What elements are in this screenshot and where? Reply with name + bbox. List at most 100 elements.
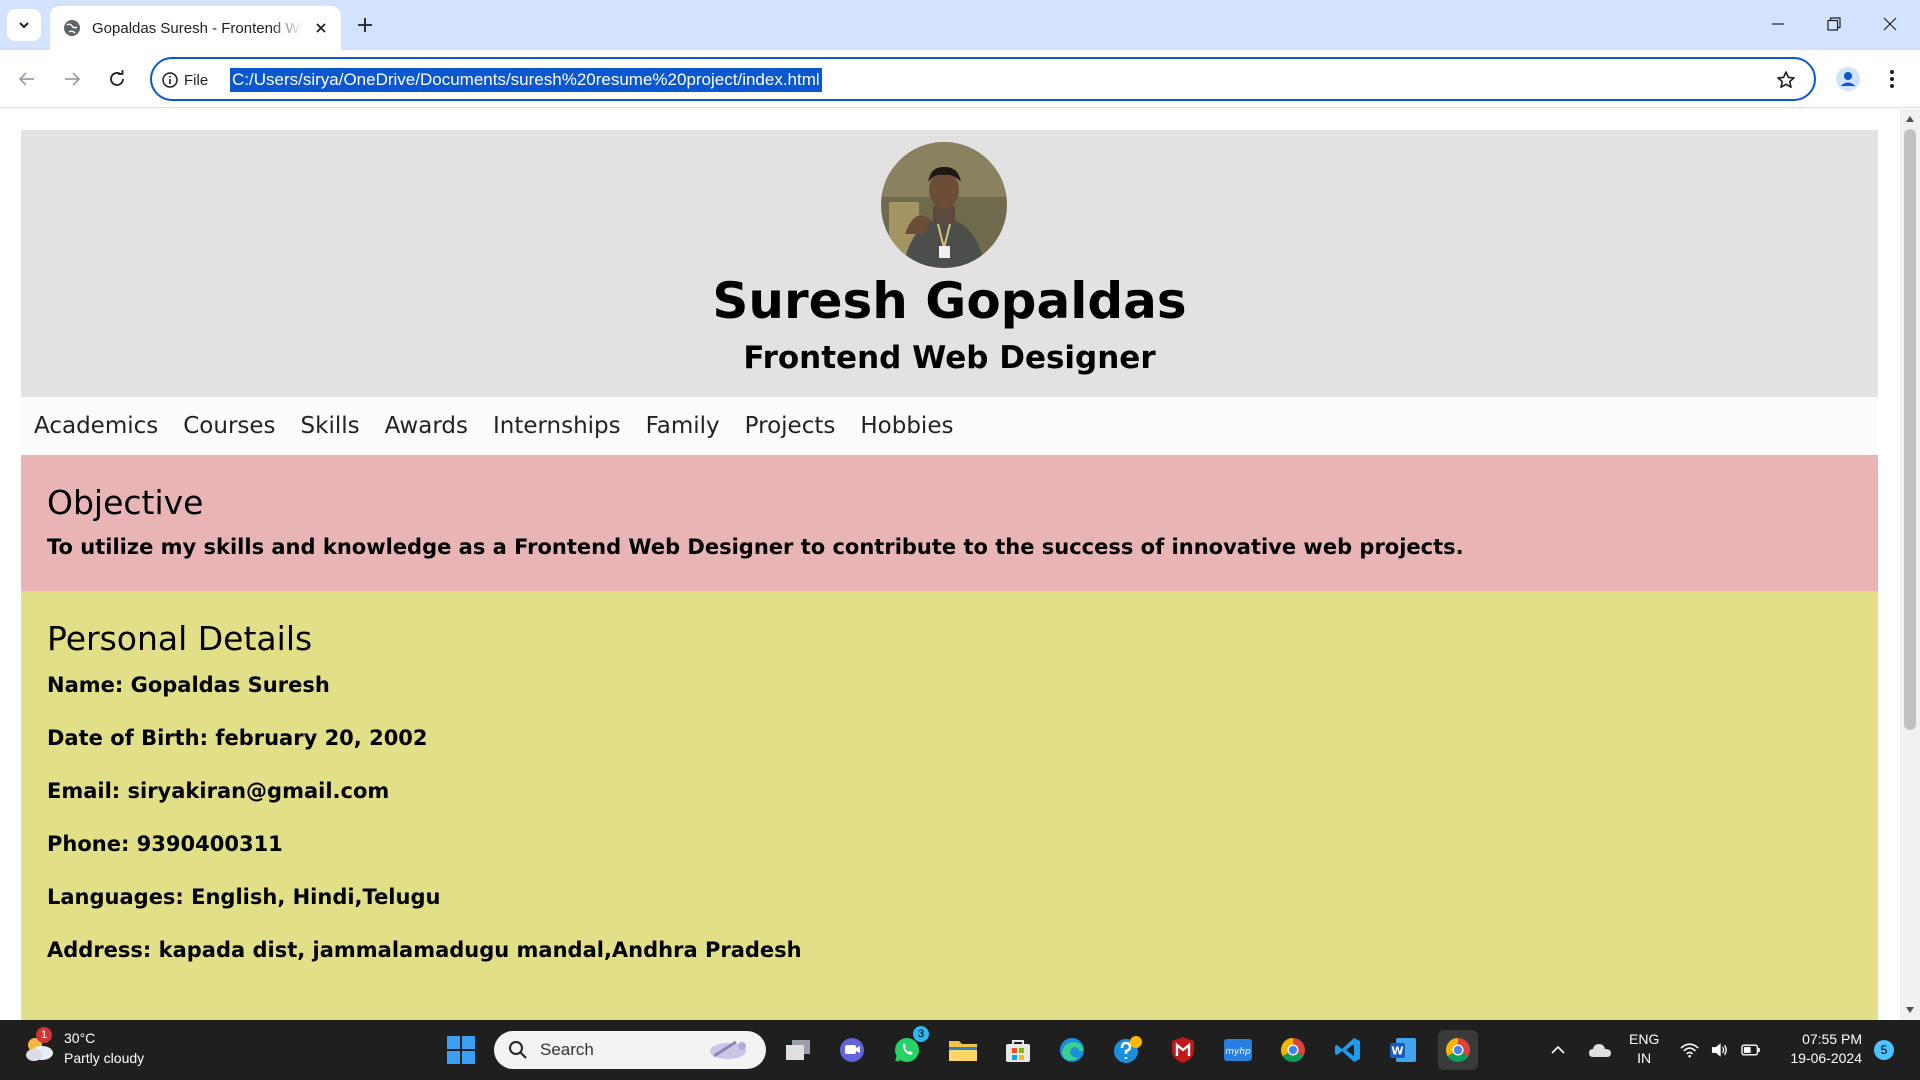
- back-button[interactable]: [11, 63, 43, 95]
- objective-text: To utilize my skills and knowledge as a …: [47, 535, 1464, 559]
- chrome-icon: [1280, 1038, 1305, 1063]
- page-scrollbar[interactable]: [1900, 109, 1920, 1020]
- teams-chat-button[interactable]: [832, 1030, 872, 1070]
- clock[interactable]: 07:55 PM 19-06-2024: [1782, 1030, 1862, 1068]
- address-bar[interactable]: File C:/Users/sirya/OneDrive/Documents/s…: [150, 57, 1816, 101]
- vscode-icon: [1335, 1038, 1360, 1062]
- person-icon: [1836, 67, 1860, 91]
- objective-title: Objective: [47, 483, 204, 522]
- triangle-up-icon: [1906, 116, 1914, 122]
- detail-name: Name: Gopaldas Suresh: [47, 673, 330, 697]
- chrome-button[interactable]: [1273, 1030, 1313, 1070]
- bookmark-button[interactable]: [1774, 68, 1798, 92]
- folder-icon: [949, 1041, 977, 1061]
- nav-link-family[interactable]: Family: [646, 413, 720, 439]
- objective-section: Objective To utilize my skills and knowl…: [21, 455, 1878, 591]
- svg-text:W: W: [1391, 1045, 1403, 1058]
- page-viewport: Suresh Gopaldas Frontend Web Designer Ac…: [0, 109, 1900, 1020]
- resume-nav: Academics Courses Skills Awards Internsh…: [21, 397, 1878, 455]
- whatsapp-button[interactable]: 3: [887, 1026, 929, 1070]
- avatar: [881, 142, 1007, 268]
- windows-taskbar: 1 30°C Partly cloudy Search 3 myhp W ENG…: [0, 1020, 1920, 1080]
- scroll-up-button[interactable]: [1900, 111, 1920, 127]
- weather-info: 30°C Partly cloudy: [64, 1028, 144, 1068]
- nav-link-awards[interactable]: Awards: [385, 413, 468, 439]
- search-highlight-icon: [710, 1040, 746, 1059]
- reload-icon: [110, 70, 124, 86]
- notification-badge[interactable]: 5: [1874, 1040, 1894, 1060]
- personal-details-title: Personal Details: [47, 619, 313, 658]
- detail-languages: Languages: English, Hindi,Telugu: [47, 885, 441, 909]
- resume-page: Suresh Gopaldas Frontend Web Designer Ac…: [21, 130, 1878, 1020]
- active-tab[interactable]: Gopaldas Suresh - Frontend Web Designer: [50, 6, 341, 50]
- edge-button[interactable]: [1052, 1030, 1092, 1070]
- browser-menu-button[interactable]: [1876, 63, 1908, 95]
- mcafee-button[interactable]: [1163, 1030, 1203, 1070]
- task-view-button[interactable]: [778, 1030, 818, 1070]
- word-icon: W: [1390, 1038, 1416, 1062]
- profile-button[interactable]: [1832, 63, 1864, 95]
- quick-settings-button[interactable]: [1680, 1034, 1760, 1066]
- weather-widget[interactable]: 1 30°C Partly cloudy: [22, 1027, 144, 1068]
- help-button[interactable]: [1108, 1030, 1148, 1070]
- new-tab-button[interactable]: [352, 12, 378, 38]
- minimize-button[interactable]: [1750, 0, 1806, 48]
- reload-button[interactable]: [101, 63, 133, 95]
- store-icon: [1006, 1040, 1030, 1062]
- personal-details-section: Personal Details Name: Gopaldas Suresh D…: [21, 591, 1878, 1020]
- weather-alert-badge: 1: [36, 1027, 52, 1043]
- close-window-button[interactable]: [1862, 0, 1918, 48]
- input-language-button[interactable]: ENG IN: [1629, 1030, 1659, 1068]
- vscode-button[interactable]: [1328, 1030, 1368, 1070]
- lang-line-1: ENG: [1629, 1031, 1660, 1047]
- word-button[interactable]: W: [1383, 1030, 1423, 1070]
- plus-icon: [358, 18, 372, 32]
- restore-button[interactable]: [1806, 0, 1862, 48]
- scroll-thumb[interactable]: [1904, 129, 1916, 730]
- url-text[interactable]: C:/Users/sirya/OneDrive/Documents/suresh…: [230, 68, 822, 92]
- forward-button[interactable]: [56, 63, 88, 95]
- detail-email: Email: siryakiran@gmail.com: [47, 779, 390, 803]
- close-tab-icon[interactable]: [311, 18, 331, 38]
- volume-icon: [1712, 1043, 1728, 1057]
- chevron-down-icon: [19, 22, 29, 29]
- nav-link-academics[interactable]: Academics: [34, 413, 158, 439]
- tab-search-button[interactable]: [7, 9, 41, 41]
- detail-dob: Date of Birth: february 20, 2002: [47, 726, 428, 750]
- start-button[interactable]: [441, 1030, 481, 1070]
- file-explorer-button[interactable]: [943, 1030, 983, 1070]
- myhp-button[interactable]: myhp: [1218, 1030, 1258, 1070]
- nav-link-hobbies[interactable]: Hobbies: [860, 413, 953, 439]
- minimize-icon: [1772, 23, 1784, 25]
- nav-link-courses[interactable]: Courses: [183, 413, 275, 439]
- taskbar-search[interactable]: Search: [494, 1031, 766, 1069]
- show-hidden-icons-button[interactable]: [1546, 1034, 1570, 1066]
- search-icon: [509, 1041, 527, 1059]
- close-icon: [1883, 17, 1897, 31]
- ms-store-button[interactable]: [998, 1030, 1038, 1070]
- info-icon: [162, 72, 178, 88]
- tab-title: Gopaldas Suresh - Frontend Web Designer: [92, 19, 302, 37]
- myhp-icon: myhp: [1224, 1039, 1252, 1061]
- whatsapp-badge: 3: [913, 1026, 929, 1042]
- wifi-icon: [1680, 1043, 1699, 1058]
- arrow-right-icon: [65, 72, 81, 86]
- detail-phone: Phone: 9390400311: [47, 832, 283, 856]
- restore-icon: [1827, 17, 1841, 31]
- nav-link-internships[interactable]: Internships: [493, 413, 621, 439]
- lang-line-2: IN: [1637, 1050, 1652, 1066]
- chevron-up-icon: [1551, 1045, 1565, 1054]
- weather-temp: 30°C: [64, 1030, 96, 1046]
- profile-photo-icon: [881, 142, 1007, 268]
- arrow-left-icon: [18, 72, 34, 86]
- scroll-down-button[interactable]: [1900, 1002, 1920, 1018]
- triangle-down-icon: [1906, 1007, 1914, 1013]
- detail-address: Address: kapada dist, jammalamadugu mand…: [47, 938, 802, 962]
- nav-link-skills[interactable]: Skills: [301, 413, 360, 439]
- site-info-chip[interactable]: File: [162, 68, 208, 92]
- clock-date: 19-06-2024: [1790, 1050, 1862, 1066]
- task-view-icon: [786, 1040, 810, 1060]
- onedrive-button[interactable]: [1585, 1034, 1615, 1066]
- nav-link-projects[interactable]: Projects: [745, 413, 836, 439]
- chrome-active-button[interactable]: [1438, 1030, 1478, 1070]
